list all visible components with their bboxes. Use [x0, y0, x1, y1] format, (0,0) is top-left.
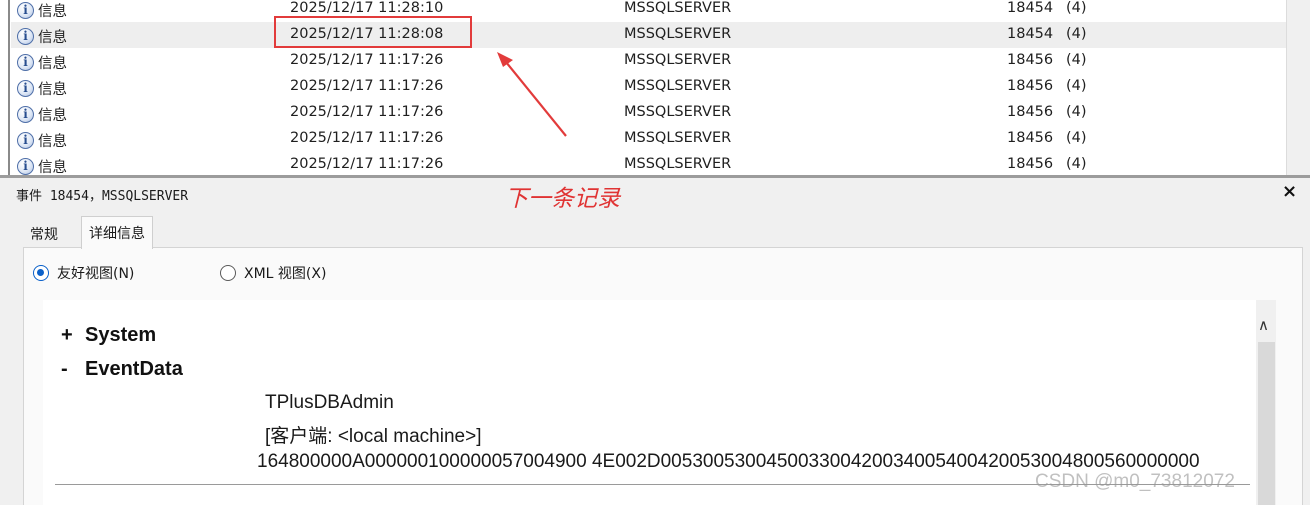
radio-checked-icon[interactable]	[33, 265, 49, 281]
tab-bar: 常规 详细信息	[0, 216, 1310, 249]
friendly-view-label: 友好视图(N)	[57, 266, 135, 282]
annotation-text: 下一条记录	[505, 186, 620, 212]
tree-node-system[interactable]: + System	[61, 324, 156, 347]
xml-view-radio[interactable]: XML 视图(X)	[220, 263, 326, 283]
detail-title: 事件 18454，MSSQLSERVER	[16, 189, 189, 204]
close-icon[interactable]: ×	[1282, 181, 1297, 202]
expand-icon[interactable]: +	[61, 324, 85, 347]
watermark: CSDN @m0_73812072	[1035, 471, 1235, 492]
event-data-account: TPlusDBAdmin	[265, 392, 394, 413]
tree-node-system-label: System	[85, 324, 157, 346]
xml-view-label: XML 视图(X)	[244, 266, 327, 282]
tree-node-eventdata-label: EventData	[85, 358, 183, 380]
event-data-binary: 164800000A000000100000057004900 4E002D00…	[257, 451, 1200, 472]
tab-details[interactable]: 详细信息	[81, 216, 153, 249]
annotation-arrow-up	[497, 52, 567, 137]
tab-general[interactable]: 常规	[23, 216, 65, 248]
event-data-client: [客户端: <local machine>]	[265, 426, 482, 447]
detail-header: 事件 18454，MSSQLSERVER ×	[0, 178, 1310, 208]
radio-unchecked-icon[interactable]	[220, 265, 236, 281]
collapse-icon[interactable]: -	[61, 358, 85, 381]
chevron-up-icon[interactable]: ∧	[1258, 316, 1269, 334]
tree-node-eventdata[interactable]: - EventData	[61, 358, 183, 381]
scrollbar-thumb[interactable]	[1258, 342, 1275, 505]
friendly-view-radio[interactable]: 友好视图(N)	[33, 263, 134, 283]
